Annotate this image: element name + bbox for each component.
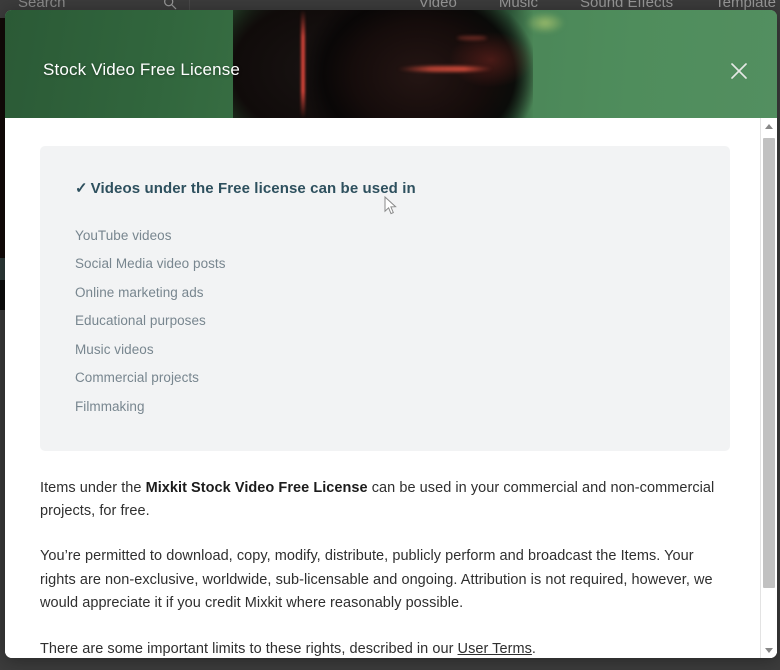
paragraph-3-lead: There are some important limits to these… xyxy=(40,640,458,657)
list-item: Filmmaking xyxy=(75,398,145,414)
allowed-uses-heading: ✓ Videos under the Free license can be us… xyxy=(75,179,695,197)
paragraph-3-tail: . xyxy=(531,640,536,657)
close-button[interactable] xyxy=(727,59,751,83)
paragraph-1-lead: Items under the xyxy=(40,479,146,496)
check-icon: ✓ xyxy=(75,180,88,197)
page-background: Search Video Music Sound Effects Templat… xyxy=(0,0,780,670)
list-item: YouTube videos xyxy=(75,227,172,243)
allowed-uses-panel: ✓ Videos under the Free license can be us… xyxy=(40,146,730,451)
modal-header: Stock Video Free License xyxy=(5,10,777,118)
header-rim-light xyxy=(301,10,305,118)
list-item: Educational purposes xyxy=(75,313,206,328)
license-paragraph-1: Items under the Mixkit Stock Video Free … xyxy=(40,477,730,524)
list-item: Social Media video posts xyxy=(75,256,226,271)
search-icon[interactable] xyxy=(163,0,177,10)
scroll-up-arrow-icon xyxy=(765,123,773,129)
modal-scroll-content: ✓ Videos under the Free license can be us… xyxy=(5,118,760,658)
list-item: Music videos xyxy=(75,341,154,357)
modal-title: Stock Video Free License xyxy=(43,60,241,79)
modal-scrollbar[interactable] xyxy=(760,118,777,658)
modal-body: ✓ Videos under the Free license can be us… xyxy=(5,118,777,658)
header-rim-light xyxy=(397,66,493,72)
scroll-up-button[interactable] xyxy=(761,118,777,134)
close-icon xyxy=(727,59,751,83)
scroll-down-button[interactable] xyxy=(761,642,777,658)
header-image-figure xyxy=(233,10,533,118)
list-item: Online marketing ads xyxy=(75,284,204,300)
user-terms-link[interactable]: User Terms xyxy=(458,641,532,657)
scrollbar-thumb[interactable] xyxy=(763,138,775,588)
list-item: Commercial projects xyxy=(75,370,199,385)
license-paragraph-2: You’re permitted to download, copy, modi… xyxy=(40,548,713,612)
allowed-uses-heading-text: Videos under the Free license can be use… xyxy=(90,180,416,197)
scroll-down-arrow-icon xyxy=(765,647,773,653)
header-highlight xyxy=(525,12,565,34)
license-name: Mixkit Stock Video Free License xyxy=(145,479,368,496)
header-rim-light xyxy=(457,36,487,40)
license-paragraph-3: There are some important limits to these… xyxy=(40,638,730,658)
license-modal: Stock Video Free License ✓ Videos under t… xyxy=(5,10,777,658)
